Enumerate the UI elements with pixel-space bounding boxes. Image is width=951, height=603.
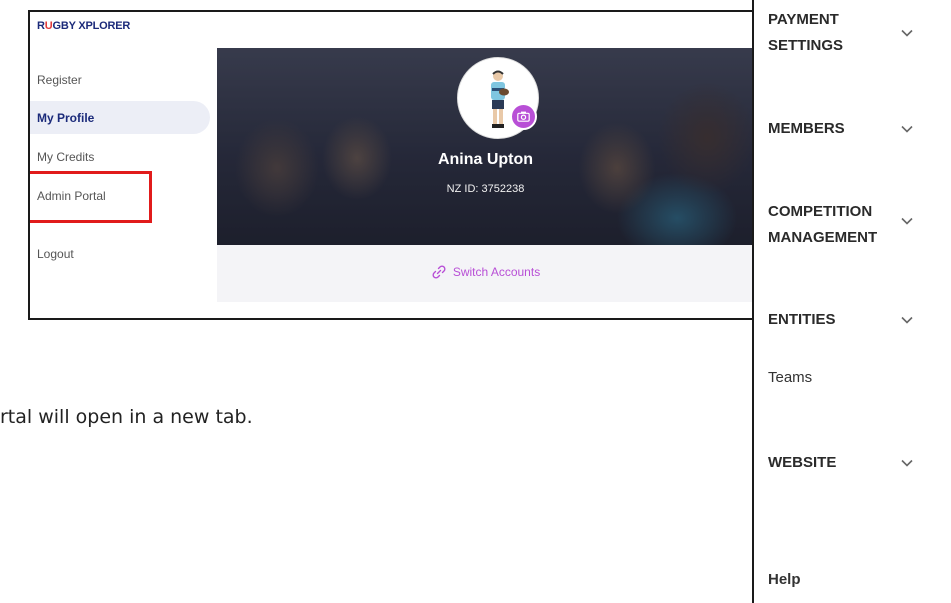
chevron-down-icon[interactable] xyxy=(900,313,914,327)
chevron-down-icon[interactable] xyxy=(900,214,914,228)
sidebar-item-competition-management[interactable]: COMPETITION MANAGEMENT xyxy=(768,199,877,251)
chevron-down-icon[interactable] xyxy=(900,456,914,470)
sidebar-item-entities[interactable]: ENTITIES xyxy=(768,307,836,333)
link-icon xyxy=(432,265,446,279)
instruction-caption: rtal will open in a new tab. xyxy=(0,406,253,428)
profile-id: NZ ID: 3752238 xyxy=(446,183,525,195)
profile-banner: Anina Upton NZ ID: 3752238 xyxy=(217,48,752,245)
camera-icon xyxy=(517,111,530,122)
sidebar-item-members[interactable]: MEMBERS xyxy=(768,116,845,142)
profile-name: Anina Upton xyxy=(437,151,534,168)
sidebar-subitem-teams[interactable]: Teams xyxy=(768,369,812,386)
switch-accounts-bar: Switch Accounts xyxy=(217,245,752,302)
nav-item-register[interactable]: Register xyxy=(37,73,82,87)
profile-screenshot-frame: RUGBY XPLORER Register My Profile My Cre… xyxy=(28,10,752,320)
nav-item-my-profile[interactable]: My Profile xyxy=(37,111,94,125)
sidebar-item-website[interactable]: WEBSITE xyxy=(768,450,836,476)
chevron-down-icon[interactable] xyxy=(900,26,914,40)
nav-item-logout[interactable]: Logout xyxy=(37,247,74,261)
sidebar-divider xyxy=(752,0,754,603)
switch-accounts-link[interactable]: Switch Accounts xyxy=(217,264,752,280)
nav-item-my-credits[interactable]: My Credits xyxy=(37,150,94,164)
brand-logo: RUGBY XPLORER xyxy=(37,20,131,32)
change-photo-button[interactable] xyxy=(510,103,537,130)
admin-portal-highlight xyxy=(30,171,152,223)
sidebar-item-help[interactable]: Help xyxy=(768,571,801,588)
sidebar-item-payment-settings[interactable]: PAYMENT SETTINGS xyxy=(768,7,843,59)
chevron-down-icon[interactable] xyxy=(900,122,914,136)
